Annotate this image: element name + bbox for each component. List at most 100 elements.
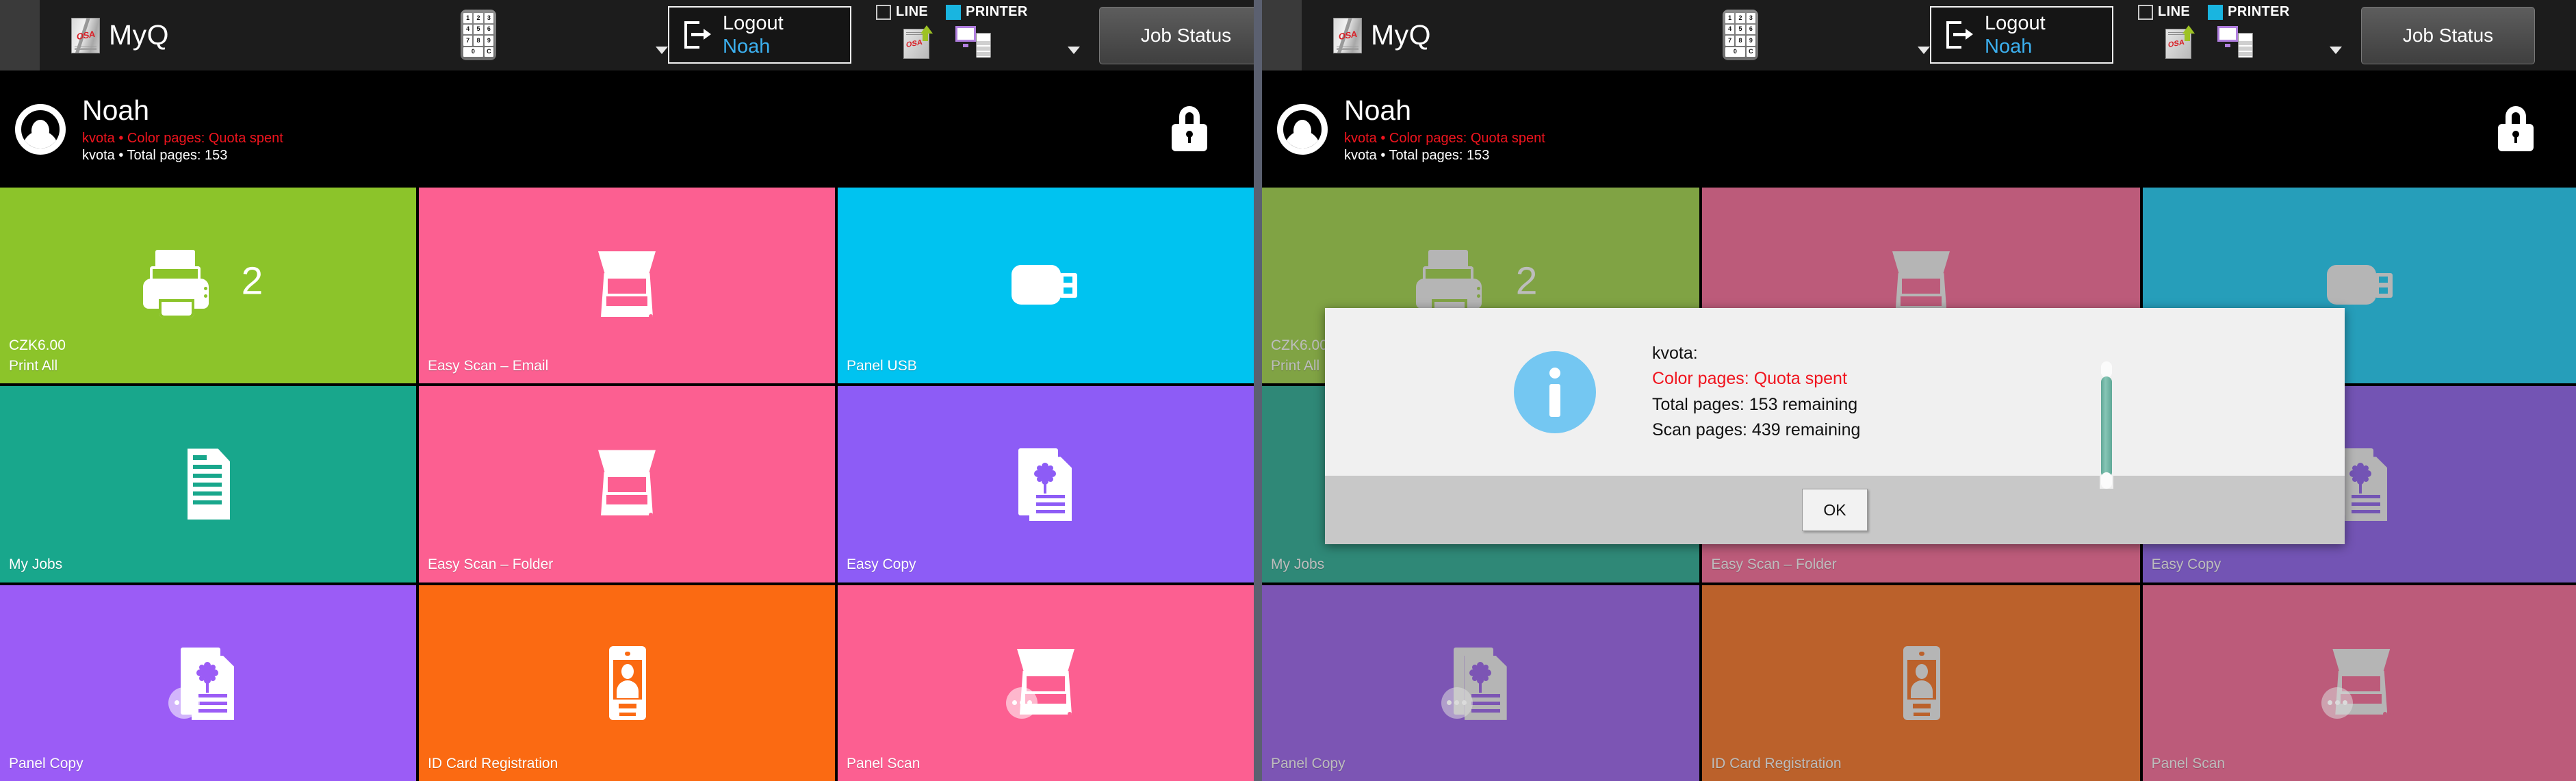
printer-status-box [946, 4, 962, 20]
user-name: Noah [82, 94, 150, 127]
copy-icon [1005, 447, 1087, 522]
osa-logo-text: OSA [76, 28, 95, 42]
job-status-button[interactable]: Job Status [1099, 7, 1254, 64]
avatar-right [1277, 103, 1328, 155]
numeric-keypad-icon[interactable]: 1 2 3 4 5 6 7 8 9 0 C [461, 10, 496, 60]
top-bar: OSA MyQ 1 2 3 4 5 6 7 8 9 0 C Logout Noa… [0, 0, 1254, 71]
scanner-icon [586, 248, 668, 322]
tile-print-all[interactable]: 2 CZK6.00 Print All [0, 188, 416, 384]
quota-info-dialog: kvota: Color pages: Quota spent Total pa… [1325, 308, 2345, 544]
tile-label: ID Card Registration [1711, 755, 1842, 771]
keypad-key[interactable]: 1 [463, 13, 473, 23]
logout-username: Noah [723, 36, 771, 57]
tile-label: Panel Scan [847, 755, 920, 771]
keypad-key[interactable]: 4 [1725, 24, 1735, 34]
keypad-key[interactable]: 5 [1736, 24, 1745, 34]
tile-label: My Jobs [1271, 556, 1325, 573]
panel-scan-icon [2320, 646, 2402, 720]
logout-button[interactable]: Logout Noah [668, 6, 851, 64]
keypad-key[interactable]: 3 [1746, 13, 1755, 23]
dialog-total-line: Total pages: 153 remaining [1652, 394, 1858, 414]
tile-panel-scan[interactable]: Panel Scan [2142, 585, 2576, 781]
tile-label: Easy Copy [2151, 556, 2221, 573]
topbar-content-right: OSA MyQ 1 2 3 4 5 6 7 8 9 0 C Logout Noa… [1302, 0, 2576, 71]
keypad-key-clear[interactable]: C [1746, 47, 1755, 57]
user-total-line: kvota • Total pages: 153 [82, 148, 228, 164]
document-upload-icon[interactable]: OSA [903, 25, 933, 59]
tile-panel-copy[interactable]: Panel Copy [1262, 585, 1700, 781]
printer-status-label-right: PRINTER [2228, 4, 2290, 19]
keypad-key[interactable]: 2 [1736, 13, 1745, 23]
keypad-key[interactable]: 5 [474, 24, 483, 34]
tile-easy-scan-folder[interactable]: Easy Scan – Folder [419, 386, 835, 582]
scrollbar-thumb[interactable] [2101, 376, 2112, 478]
document-upload-icon-right[interactable]: OSA [2165, 25, 2195, 59]
line-status-box [876, 4, 891, 20]
tile-label: Panel Copy [1271, 755, 1345, 771]
keypad-key[interactable]: 9 [1746, 36, 1755, 46]
brand-right: OSA MyQ [1333, 17, 1431, 53]
topbar-content: OSA MyQ 1 2 3 4 5 6 7 8 9 0 C Logout Noa… [40, 0, 1254, 71]
keypad-key[interactable]: 2 [474, 13, 483, 23]
scanner-icon [586, 447, 668, 521]
keypad-key[interactable]: 9 [484, 36, 493, 46]
printer-icon [136, 248, 218, 322]
tile-easy-scan-email[interactable]: Easy Scan – Email [419, 188, 835, 384]
chevron-down-icon-right[interactable] [1918, 47, 1930, 54]
tile-grid-left: 2 CZK6.00 Print All Easy Scan – Email Panel … [0, 188, 1254, 781]
document-list-icon [167, 447, 249, 521]
keypad-key[interactable]: 1 [1725, 13, 1735, 23]
panel-copy-icon [167, 646, 249, 720]
user-info-bar: Noah kvota • Color pages: Quota spent kv… [0, 71, 1254, 188]
keypad-key[interactable]: 7 [1725, 36, 1735, 46]
user-quota-line: kvota • Color pages: Quota spent [82, 131, 283, 146]
keypad-key[interactable]: 7 [463, 36, 473, 46]
logout-label: Logout [723, 12, 784, 34]
dialog-scrollbar[interactable] [2100, 361, 2113, 489]
printer-queue-icon-right[interactable] [2217, 26, 2253, 59]
job-status-button-right[interactable]: Job Status [2361, 7, 2535, 64]
chevron-down-icon[interactable] [656, 47, 668, 54]
tile-badge: 2 [1515, 259, 1538, 303]
tile-panel-usb[interactable]: Panel USB [838, 188, 1254, 384]
user-info-bar-right: Noah kvota • Color pages: Quota spent kv… [1262, 71, 2576, 188]
printer-status-label: PRINTER [966, 4, 1028, 19]
tile-easy-copy[interactable]: Easy Copy [838, 386, 1254, 582]
keypad-key[interactable]: 6 [484, 24, 493, 34]
brand: OSA MyQ [71, 17, 169, 53]
tile-label: Easy Scan – Email [428, 357, 549, 374]
lock-icon[interactable] [1172, 106, 1207, 151]
keypad-key[interactable]: 8 [1736, 36, 1745, 46]
panel-scan-icon [1005, 646, 1087, 720]
lock-icon-right[interactable] [2498, 106, 2534, 151]
keypad-key[interactable]: 0 [1725, 47, 1745, 57]
top-bar-right: OSA MyQ 1 2 3 4 5 6 7 8 9 0 C Logout Noa… [1262, 0, 2576, 71]
chevron-down-icon-status[interactable] [1068, 47, 1080, 54]
keypad-key[interactable]: 6 [1746, 24, 1755, 34]
tile-badge: 2 [241, 259, 263, 303]
status-line-right: LINE [2138, 4, 2190, 20]
tile-id-card-registration[interactable]: ID Card Registration [1702, 585, 2140, 781]
tile-my-jobs[interactable]: My Jobs [0, 386, 416, 582]
tile-price: CZK6.00 [1271, 337, 1328, 353]
tile-label: Easy Scan – Folder [1711, 556, 1837, 573]
logout-button-right[interactable]: Logout Noah [1930, 6, 2113, 64]
tile-panel-scan[interactable]: Panel Scan [838, 585, 1254, 781]
keypad-key[interactable]: 8 [474, 36, 483, 46]
logout-label-right: Logout [1985, 12, 2046, 34]
printer-queue-icon[interactable] [955, 26, 991, 59]
keypad-key[interactable]: 4 [463, 24, 473, 34]
keypad-key-clear[interactable]: C [484, 47, 493, 57]
usb-icon [1005, 248, 1087, 322]
user-total-line-right: kvota • Total pages: 153 [1344, 148, 1490, 164]
chevron-down-icon-status-right[interactable] [2330, 47, 2342, 54]
numeric-keypad-icon-right[interactable]: 1 2 3 4 5 6 7 8 9 0 C [1723, 10, 1758, 60]
tile-label: Print All [9, 357, 58, 374]
keypad-key[interactable]: 3 [484, 13, 493, 23]
keypad-key[interactable]: 0 [463, 47, 483, 57]
tile-panel-copy[interactable]: Panel Copy [0, 585, 416, 781]
tile-id-card-registration[interactable]: ID Card Registration [419, 585, 835, 781]
ok-button[interactable]: OK [1802, 489, 1868, 531]
osa-logo-text-right: OSA [1338, 28, 1357, 42]
status-group-right: LINE PRINTER OSA [2138, 4, 2357, 67]
